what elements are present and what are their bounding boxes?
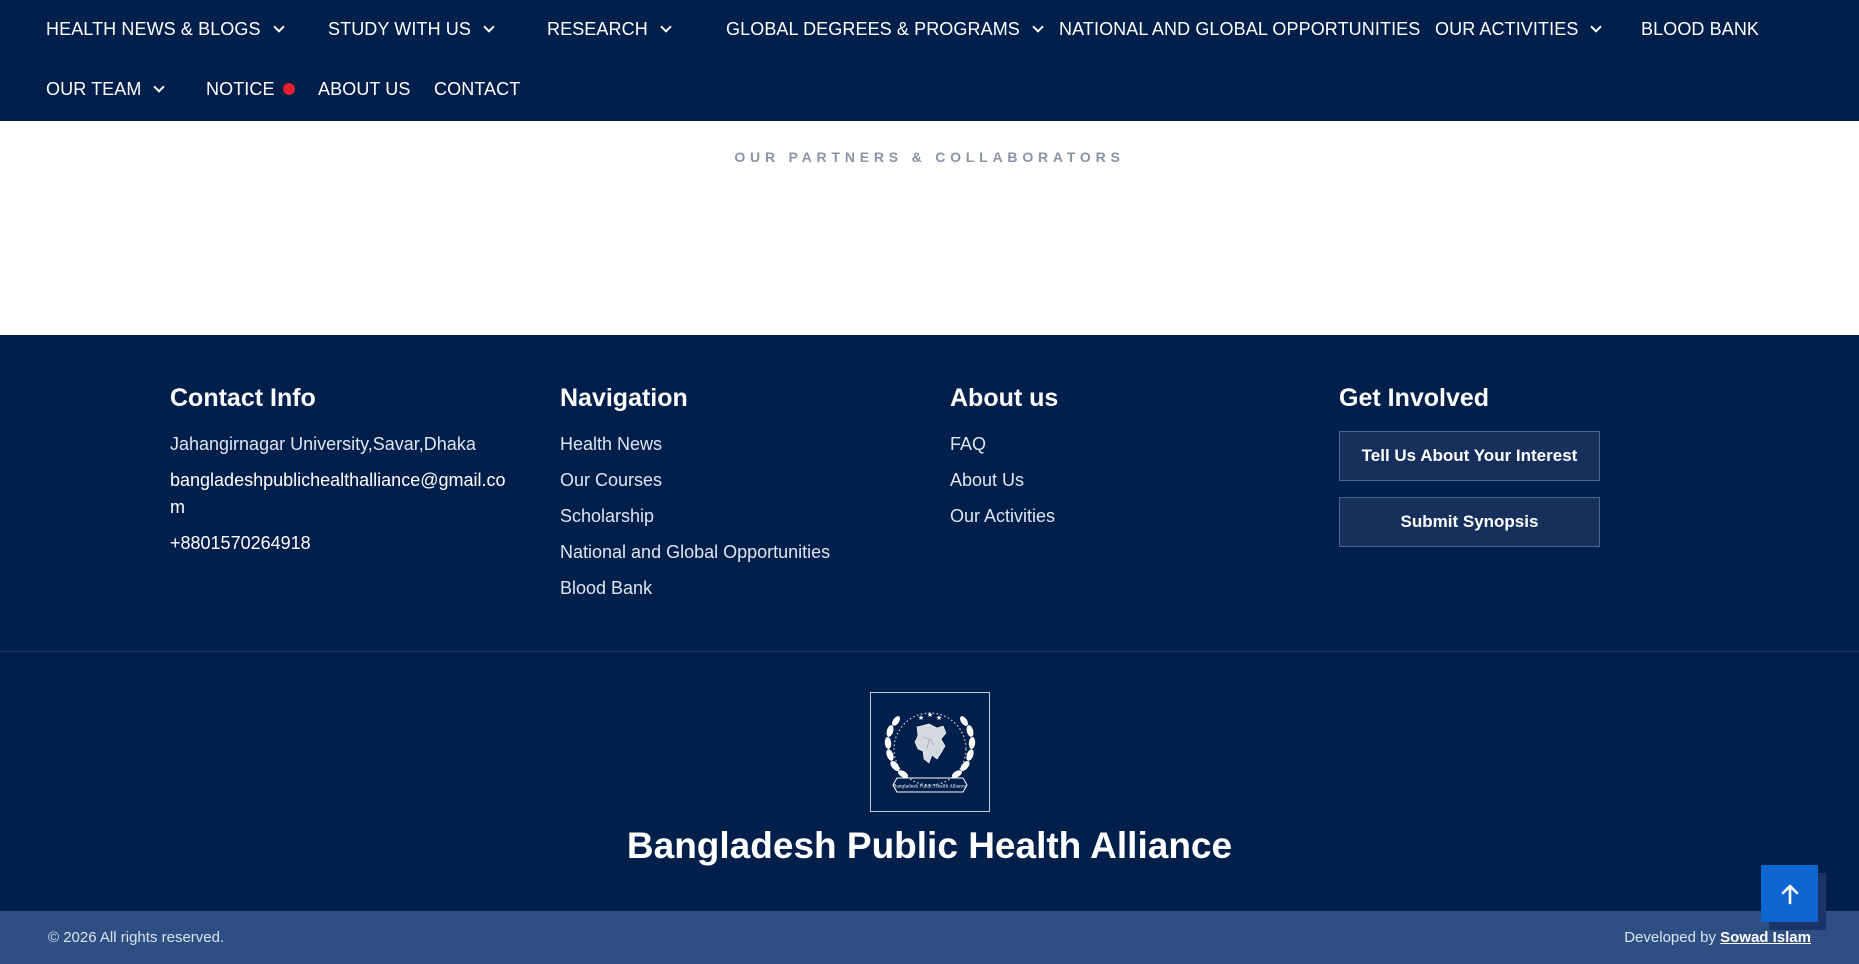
- svg-text:★: ★: [918, 714, 924, 722]
- navigation-heading: Navigation: [560, 384, 688, 412]
- nav-label: RESEARCH: [547, 18, 648, 39]
- nav-label: ABOUT US: [318, 78, 411, 99]
- footer-contact-column: Contact Info Jahangirnagar University,Sa…: [170, 383, 520, 566]
- nav-item-notice[interactable]: NOTICE: [206, 69, 295, 109]
- footer-link-about-us[interactable]: About Us: [950, 467, 1250, 494]
- developer-link[interactable]: Sowad Islam: [1720, 929, 1811, 946]
- nav-label: BLOOD BANK: [1641, 18, 1760, 39]
- submit-synopsis-button[interactable]: Submit Synopsis: [1339, 497, 1600, 547]
- nav-label: CONTACT: [434, 78, 521, 99]
- brand-name: Bangladesh Public Health Alliance: [626, 825, 1233, 866]
- nav-label: STUDY WITH US: [328, 18, 471, 39]
- scroll-to-top-button[interactable]: [1761, 865, 1818, 922]
- logo-ribbon-text: Bangladesh Public Health Alliance: [893, 784, 967, 789]
- footer-link-scholarship[interactable]: Scholarship: [560, 503, 920, 530]
- nav-item-research[interactable]: RESEARCH: [547, 9, 672, 49]
- footer-get-involved-column: Get Involved Tell Us About Your Interest…: [1339, 383, 1639, 563]
- nav-item-our-activities[interactable]: OUR ACTIVITIES: [1435, 9, 1603, 49]
- red-dot-icon: [282, 83, 295, 95]
- nav-label: HEALTH NEWS & BLOGS: [46, 18, 261, 39]
- nav-row-2: OUR TEAM NOTICE ABOUT US CONTACT: [0, 69, 1859, 109]
- nav-item-about-us[interactable]: ABOUT US: [318, 69, 411, 109]
- chevron-down-icon: [153, 80, 166, 93]
- nav-item-global-degrees-programs[interactable]: GLOBAL DEGREES & PROGRAMS: [726, 9, 1044, 49]
- nav-item-blood-bank[interactable]: BLOOD BANK: [1641, 9, 1759, 49]
- developer-credit: Developed by Sowad Islam: [1624, 929, 1811, 946]
- svg-text:★: ★: [936, 714, 942, 722]
- chevron-down-icon: [483, 20, 495, 33]
- bottom-bar: © 2026 All rights reserved. Developed by…: [0, 911, 1859, 964]
- contact-phone-link[interactable]: +8801570264918: [170, 530, 520, 557]
- arrow-up-icon: [1781, 884, 1798, 904]
- contact-heading: Contact Info: [170, 384, 316, 412]
- contact-address: Jahangirnagar University,Savar,Dhaka: [170, 434, 476, 454]
- nav-item-health-news-blogs[interactable]: HEALTH NEWS & BLOGS: [46, 9, 285, 49]
- chevron-down-icon: [272, 20, 285, 33]
- copyright-text: © 2026 All rights reserved.: [48, 929, 225, 946]
- footer-link-faq[interactable]: FAQ: [950, 431, 1250, 458]
- partners-title: OUR PARTNERS & COLLABORATORS: [734, 149, 1125, 165]
- footer-link-opportunities[interactable]: National and Global Opportunities: [560, 539, 920, 566]
- nav-label: OUR TEAM: [46, 78, 142, 99]
- nav-label: GLOBAL DEGREES & PROGRAMS: [726, 18, 1020, 39]
- nav-item-national-global-opportunities[interactable]: NATIONAL AND GLOBAL OPPORTUNITIES: [1059, 9, 1420, 49]
- alliance-logo: ★ ★ ★ Bangladesh Public Health Alliance: [870, 692, 990, 812]
- footer-link-blood-bank[interactable]: Blood Bank: [560, 575, 920, 602]
- chevron-down-icon: [1032, 20, 1044, 33]
- get-involved-heading: Get Involved: [1339, 384, 1490, 412]
- footer-link-our-activities[interactable]: Our Activities: [950, 503, 1250, 530]
- nav-row-1: HEALTH NEWS & BLOGS STUDY WITH US RESEAR…: [0, 9, 1859, 49]
- chevron-down-icon: [660, 20, 672, 33]
- chevron-down-icon: [1590, 20, 1603, 33]
- footer-about-column: About us FAQ About Us Our Activities: [950, 383, 1250, 539]
- footer-link-our-courses[interactable]: Our Courses: [560, 467, 920, 494]
- alliance-logo-emblem: ★ ★ ★ Bangladesh Public Health Alliance: [884, 711, 976, 793]
- tell-us-interest-button[interactable]: Tell Us About Your Interest: [1339, 431, 1600, 481]
- partners-section: OUR PARTNERS & COLLABORATORS: [0, 121, 1859, 335]
- nav-label: NOTICE: [206, 78, 275, 99]
- nav-item-study-with-us[interactable]: STUDY WITH US: [328, 9, 495, 49]
- svg-text:★: ★: [927, 711, 933, 719]
- about-heading: About us: [950, 384, 1059, 412]
- nav-label: OUR ACTIVITIES: [1435, 18, 1579, 39]
- credit-prefix: Developed by: [1624, 929, 1716, 946]
- nav-label: NATIONAL AND GLOBAL OPPORTUNITIES: [1059, 18, 1421, 39]
- nav-item-contact[interactable]: CONTACT: [434, 69, 520, 109]
- top-navigation: HEALTH NEWS & BLOGS STUDY WITH US RESEAR…: [0, 0, 1859, 121]
- footer-navigation-column: Navigation Health News Our Courses Schol…: [560, 383, 920, 611]
- site-footer: Contact Info Jahangirnagar University,Sa…: [0, 335, 1859, 911]
- footer-link-health-news[interactable]: Health News: [560, 431, 920, 458]
- nav-item-our-team[interactable]: OUR TEAM: [46, 69, 166, 109]
- contact-email-link[interactable]: bangladeshpublichealthalliance@gmail.com: [170, 467, 520, 521]
- footer-divider: [0, 651, 1859, 652]
